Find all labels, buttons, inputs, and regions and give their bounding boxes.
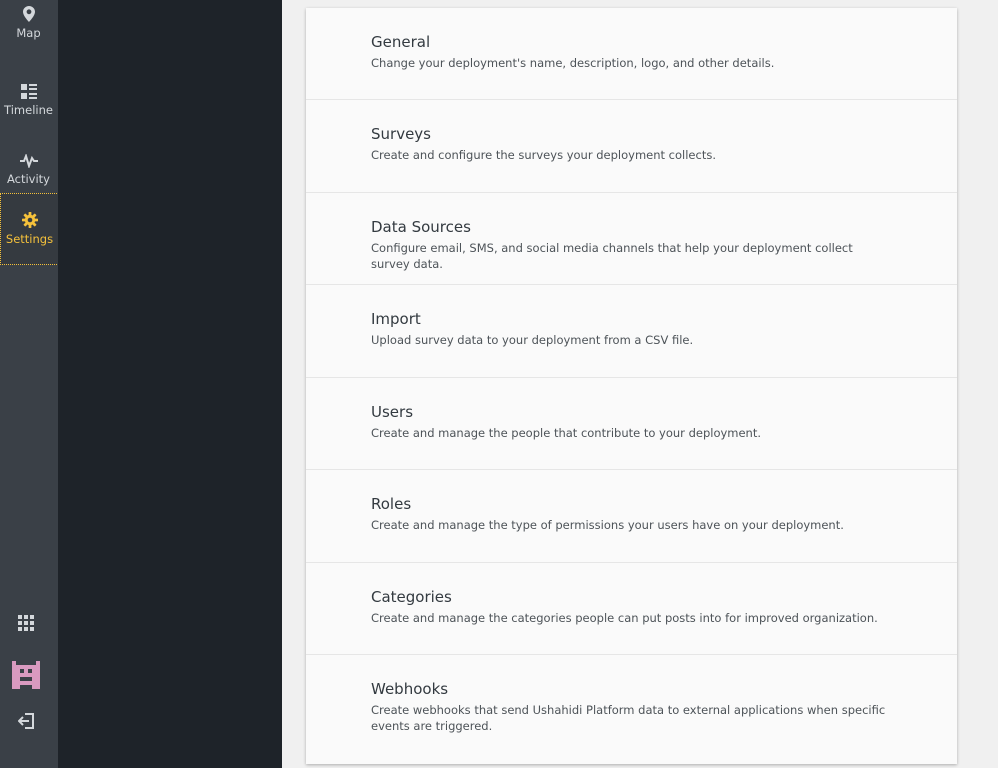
- map-pin-icon: [22, 6, 35, 26]
- user-avatar-button[interactable]: [0, 660, 52, 694]
- nav-label-activity: Activity: [6, 172, 50, 186]
- settings-item-description: Create and manage the people that contri…: [371, 426, 762, 440]
- logout-button[interactable]: [0, 708, 52, 738]
- nav-label-settings: Settings: [5, 232, 54, 246]
- gear-icon: [21, 212, 38, 232]
- settings-item-title: Import: [371, 310, 421, 328]
- nav-item-timeline[interactable]: Timeline: [0, 65, 57, 135]
- nav-label-timeline: Timeline: [4, 102, 53, 117]
- settings-item-description: Change your deployment's name, descripti…: [371, 56, 775, 70]
- settings-item-title: Categories: [371, 588, 452, 606]
- settings-item-description: Create and configure the surveys your de…: [371, 148, 716, 162]
- settings-item-description: Create and manage the type of permission…: [371, 518, 844, 532]
- settings-item-title: Users: [371, 403, 414, 421]
- nav-item-settings[interactable]: Settings: [0, 193, 59, 265]
- activity-icon: [19, 154, 38, 172]
- settings-item-title: Data Sources: [371, 218, 471, 236]
- settings-item-description: Configure email, SMS, and social media c…: [371, 241, 853, 271]
- nav-item-map[interactable]: Map: [0, 0, 57, 46]
- settings-item-import[interactable]: Import Upload survey data to your deploy…: [306, 285, 957, 378]
- settings-item-webhooks[interactable]: Webhooks Create webhooks that send Ushah…: [306, 655, 957, 764]
- nav-label-map: Map: [16, 26, 41, 40]
- apps-grid-button[interactable]: [0, 610, 52, 640]
- settings-list: General Change your deployment's name, d…: [306, 8, 957, 764]
- timeline-icon: [20, 83, 37, 103]
- settings-item-title: Roles: [371, 495, 412, 513]
- settings-item-description: Upload survey data to your deployment fr…: [371, 333, 694, 347]
- secondary-panel: [58, 0, 282, 768]
- settings-item-description: Create and manage the categories people …: [371, 611, 878, 625]
- settings-item-description: Create webhooks that send Ushahidi Platf…: [371, 703, 886, 733]
- settings-item-general[interactable]: General Change your deployment's name, d…: [306, 8, 957, 100]
- settings-item-title: Webhooks: [371, 680, 449, 698]
- settings-item-title: General: [371, 33, 431, 51]
- apps-grid-icon: [18, 615, 34, 635]
- settings-item-data-sources[interactable]: Data Sources Configure email, SMS, and s…: [306, 193, 957, 285]
- user-avatar-icon: [12, 661, 40, 693]
- settings-item-users[interactable]: Users Create and manage the people that …: [306, 378, 957, 470]
- settings-item-roles[interactable]: Roles Create and manage the type of perm…: [306, 470, 957, 563]
- settings-item-surveys[interactable]: Surveys Create and configure the surveys…: [306, 100, 957, 193]
- logout-icon: [17, 713, 34, 733]
- settings-item-categories[interactable]: Categories Create and manage the categor…: [306, 563, 957, 655]
- settings-item-title: Surveys: [371, 125, 431, 143]
- nav-rail: Map Timeline Activity Settings: [0, 0, 59, 768]
